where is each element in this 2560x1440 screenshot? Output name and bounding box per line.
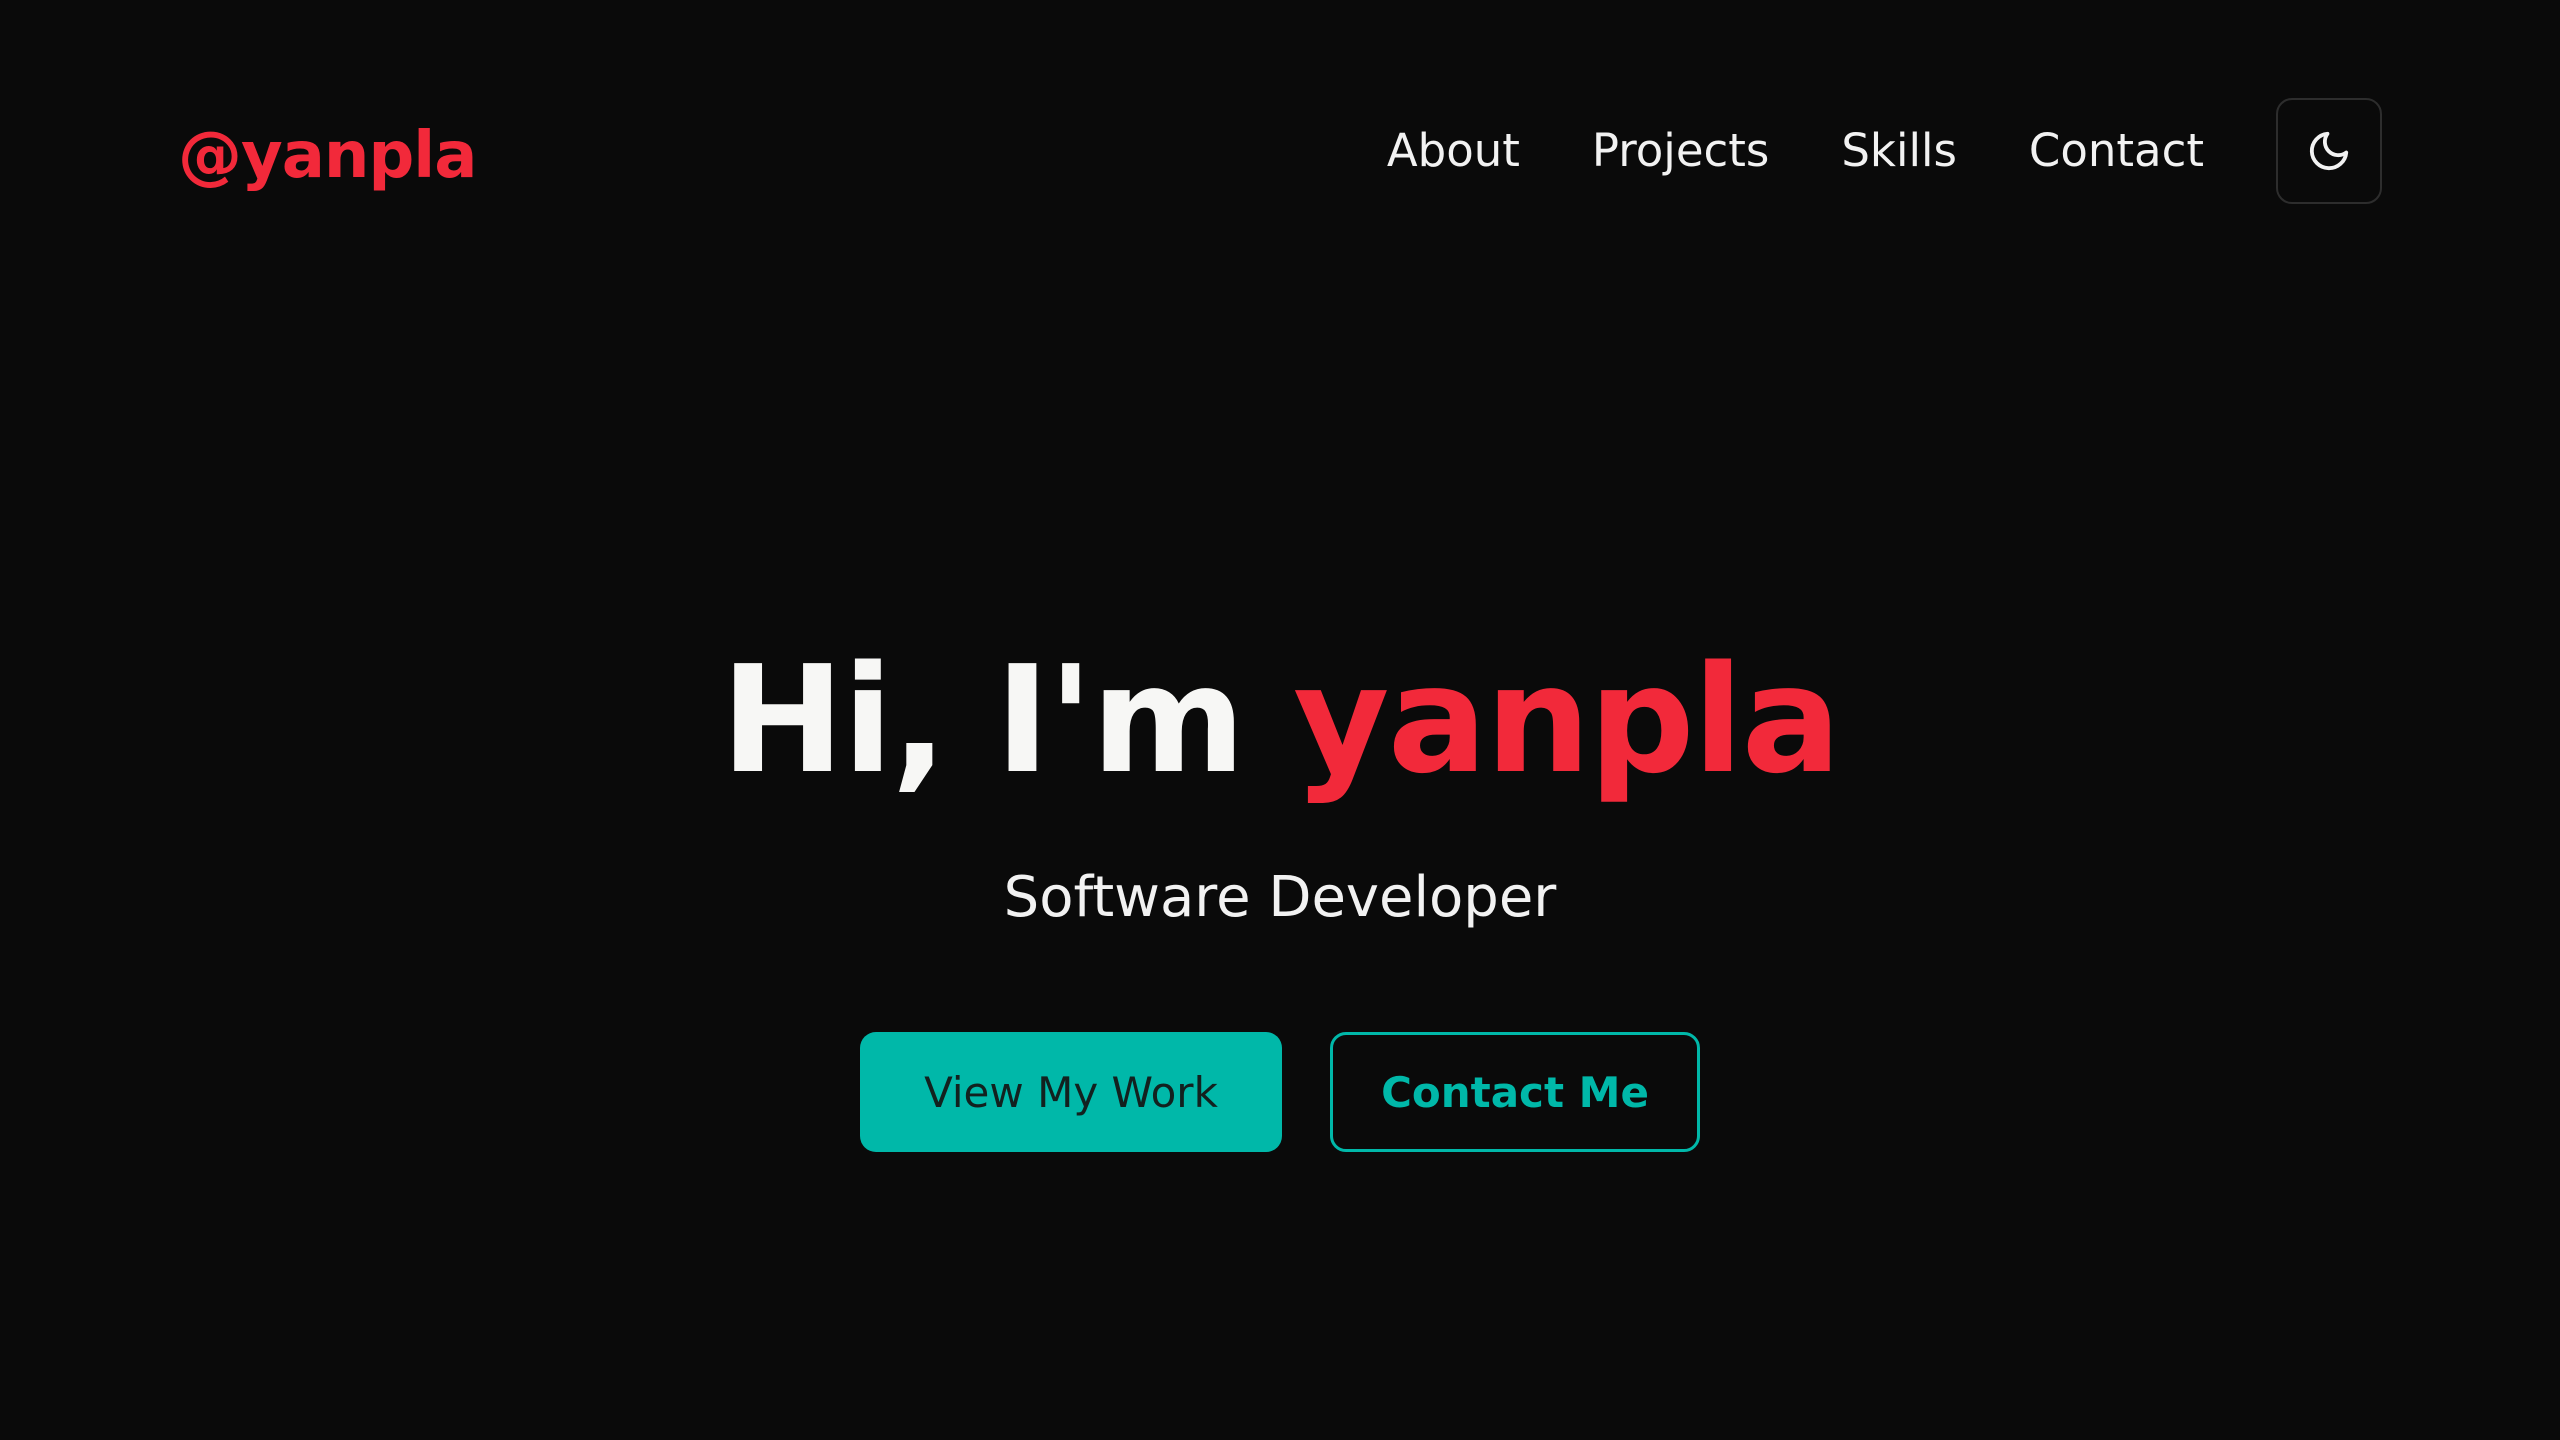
- nav-link-contact[interactable]: Contact: [2029, 124, 2204, 177]
- hero-subtitle: Software Developer: [1003, 865, 1557, 930]
- hero-title: Hi, I'm yanpla: [0, 630, 2560, 810]
- hero-name: yanpla: [1293, 634, 1841, 806]
- nav-link-skills[interactable]: Skills: [1841, 124, 1957, 177]
- theme-toggle-button[interactable]: [2276, 97, 2382, 204]
- site-logo[interactable]: @yanpla: [178, 108, 477, 204]
- nav-link-projects[interactable]: Projects: [1592, 124, 1769, 177]
- cta-row: View My Work Contact Me: [0, 1032, 2560, 1152]
- page: @yanpla About Projects Skills Contact Hi…: [0, 0, 2560, 1440]
- hero-greeting: Hi, I'm: [720, 634, 1246, 806]
- nav-link-about[interactable]: About: [1387, 124, 1520, 177]
- view-my-work-button[interactable]: View My Work: [860, 1032, 1282, 1152]
- contact-me-button[interactable]: Contact Me: [1330, 1032, 1700, 1152]
- main-nav: About Projects Skills Contact: [1387, 97, 2382, 204]
- moon-icon: [2306, 128, 2352, 174]
